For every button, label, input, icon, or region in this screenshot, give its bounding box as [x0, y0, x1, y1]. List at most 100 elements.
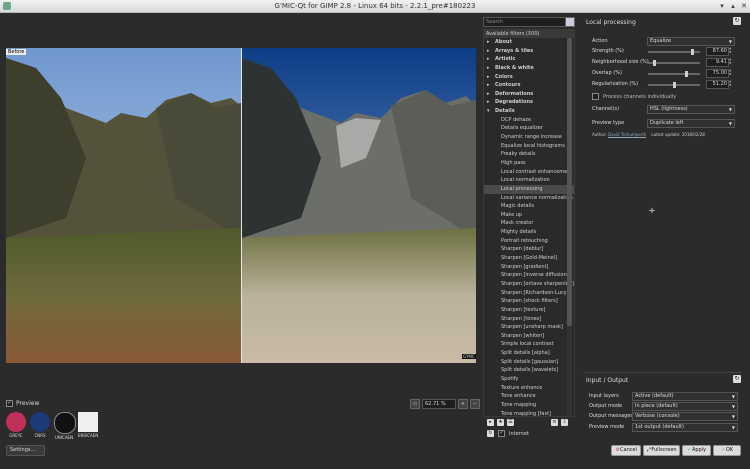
filter-item[interactable]: Split details [alpha] — [484, 349, 574, 358]
filter-category[interactable]: ▸ About — [484, 38, 574, 47]
preview-toggle[interactable]: ✓ Preview — [6, 400, 39, 407]
neighborhood-slider[interactable] — [648, 60, 700, 66]
ok-button[interactable]: ✓OK — [713, 445, 741, 456]
maximize-icon[interactable]: ▴ — [729, 2, 737, 10]
filter-item[interactable]: Sharpen [tones] — [484, 315, 574, 324]
regularization-handle[interactable] — [673, 82, 677, 88]
filter-item[interactable]: Sharpen [whiten] — [484, 332, 574, 341]
filter-category[interactable]: ▸ Degradations — [484, 98, 574, 107]
filter-item[interactable]: Equalize local histograms — [484, 142, 574, 151]
expand-right-icon[interactable]: ▸ — [487, 38, 495, 47]
apply-button[interactable]: ✓Apply — [682, 445, 711, 456]
filter-item[interactable]: Mighty details — [484, 228, 574, 237]
strength-slider[interactable] — [648, 49, 700, 55]
search-clear-icon[interactable] — [565, 17, 575, 27]
filter-item[interactable]: Tone mapping — [484, 401, 574, 410]
expand-right-icon[interactable]: ▸ — [487, 98, 495, 107]
fullscreen-button[interactable]: ⤢Fullscreen — [643, 445, 680, 456]
expand-right-icon[interactable]: ▸ — [487, 47, 495, 56]
channels-select[interactable]: HSL (lightness) ▼ — [647, 105, 735, 114]
filter-item[interactable]: Freaky details — [484, 150, 574, 159]
overlap-slider[interactable] — [648, 71, 700, 77]
filter-item[interactable]: Magic details — [484, 202, 574, 211]
input-layers-select[interactable]: Active (default) ▼ — [632, 392, 738, 401]
filter-item[interactable]: Local variance normalization — [484, 194, 574, 203]
io-reset-icon[interactable]: ↻ — [733, 375, 741, 383]
strength-spin-icon[interactable]: ▲ ▼ — [729, 46, 733, 54]
process-channels-checkbox[interactable] — [592, 93, 599, 100]
zoom-fit-icon[interactable]: ▭ — [410, 399, 420, 409]
strength-handle[interactable] — [690, 49, 694, 55]
filter-tree[interactable]: Available filters (500) ▸ About ▸ Arrays & … — [483, 29, 575, 417]
filter-tree-scrollbar[interactable] — [567, 38, 572, 416]
filter-category[interactable]: ▸ Black & white — [484, 64, 574, 73]
strength-field[interactable]: 87.60 — [706, 47, 729, 56]
close-icon[interactable]: ✕ — [740, 2, 748, 10]
filter-category[interactable]: ▾ Details — [484, 107, 574, 116]
neighborhood-field[interactable]: 9.41 — [706, 58, 729, 67]
overlap-spin-icon[interactable]: ▲ ▼ — [729, 68, 733, 76]
expand-right-icon[interactable]: ▸ — [487, 90, 495, 99]
preview-mode-select[interactable]: 1st output (default) ▼ — [632, 423, 738, 432]
expand-right-icon[interactable]: ▸ — [487, 64, 495, 73]
overlap-field[interactable]: 75.00 — [706, 69, 729, 78]
filter-item[interactable]: Portrait retouching — [484, 237, 574, 246]
filter-item[interactable]: High pass — [484, 159, 574, 168]
pane-divider[interactable] — [583, 372, 741, 373]
filter-item[interactable]: Sharpen [Richardson-Lucy] — [484, 289, 574, 298]
filter-item[interactable]: Sharpen [Gold-Meinel] — [484, 254, 574, 263]
filter-item[interactable]: Details equalizer — [484, 124, 574, 133]
regularization-spin-icon[interactable]: ▲ ▼ — [729, 79, 733, 87]
cancel-button[interactable]: ⊘Cancel — [611, 445, 641, 456]
split-divider[interactable] — [241, 48, 242, 363]
minimize-icon[interactable]: ▾ — [718, 2, 726, 10]
internet-toggle[interactable]: ↻ ✓ Internet — [487, 430, 529, 437]
filter-item[interactable]: Local processing — [484, 184, 574, 194]
neighborhood-spin-icon[interactable]: ▲ ▼ — [729, 57, 733, 65]
filter-item[interactable]: Sharpen [texture] — [484, 306, 574, 315]
filter-item[interactable]: Sharpen [unsharp mask] — [484, 323, 574, 332]
filter-item[interactable]: DCP dehaze — [484, 116, 574, 125]
filter-item[interactable]: Simple local contrast — [484, 340, 574, 349]
expand-all-icon[interactable]: ▸ — [487, 419, 494, 426]
favorite-icon[interactable]: ★ — [497, 419, 504, 426]
process-channels-toggle[interactable]: Process channels individually — [592, 93, 676, 100]
preview-checkbox[interactable]: ✓ — [6, 400, 13, 407]
output-messages-select[interactable]: Verbose (console) ▼ — [632, 412, 738, 421]
zoom-out-icon[interactable]: − — [470, 399, 480, 409]
selection-mode-icon[interactable]: ≡ — [551, 419, 558, 426]
output-mode-select[interactable]: In place (default) ▼ — [632, 402, 738, 411]
regularization-field[interactable]: 51.20 — [706, 80, 729, 89]
filter-item[interactable]: Sharpen [deblur] — [484, 245, 574, 254]
filter-item[interactable]: Mask creator — [484, 219, 574, 228]
filter-item[interactable]: Split details [wavelets] — [484, 366, 574, 375]
filter-item[interactable]: Dynamic range increase — [484, 133, 574, 142]
expand-down-icon[interactable]: ▾ — [487, 107, 495, 116]
filter-item[interactable]: Tone mapping [fast] — [484, 410, 574, 416]
update-filters-icon[interactable]: ⇩ — [561, 419, 568, 426]
filter-category[interactable]: ▸ Colors — [484, 73, 574, 82]
filter-item[interactable]: Sharpen [shock filters] — [484, 297, 574, 306]
expand-right-icon[interactable]: ▸ — [487, 81, 495, 90]
expand-right-icon[interactable]: ▸ — [487, 73, 495, 82]
overlap-handle[interactable] — [684, 71, 688, 77]
filter-item[interactable]: Spotify — [484, 375, 574, 384]
preview-type-select[interactable]: Duplicate left ▼ — [647, 119, 735, 128]
faves-list-icon[interactable]: ☰ — [507, 419, 514, 426]
internet-checkbox[interactable]: ✓ — [498, 430, 505, 437]
filter-item[interactable]: Sharpen [octave sharpening] — [484, 280, 574, 289]
settings-button[interactable]: Settings... — [6, 445, 45, 456]
regularization-slider[interactable] — [648, 82, 700, 88]
action-select[interactable]: Equalize ▼ — [647, 37, 735, 46]
filter-item[interactable]: Split details [gaussian] — [484, 358, 574, 367]
filter-item[interactable]: Sharpen [inverse diffusion] — [484, 271, 574, 280]
expand-right-icon[interactable]: ▸ — [487, 55, 495, 64]
filter-item[interactable]: Local contrast enhancement — [484, 168, 574, 177]
filter-item[interactable]: Local normalization — [484, 176, 574, 185]
filter-item[interactable]: Tone enhance — [484, 392, 574, 401]
refresh-icon[interactable]: ↻ — [487, 430, 494, 437]
scrollbar-thumb[interactable] — [567, 38, 572, 326]
zoom-in-icon[interactable]: + — [458, 399, 468, 409]
filter-item[interactable]: Make up — [484, 211, 574, 220]
author-link[interactable]: David Tschumperlé — [608, 132, 646, 137]
